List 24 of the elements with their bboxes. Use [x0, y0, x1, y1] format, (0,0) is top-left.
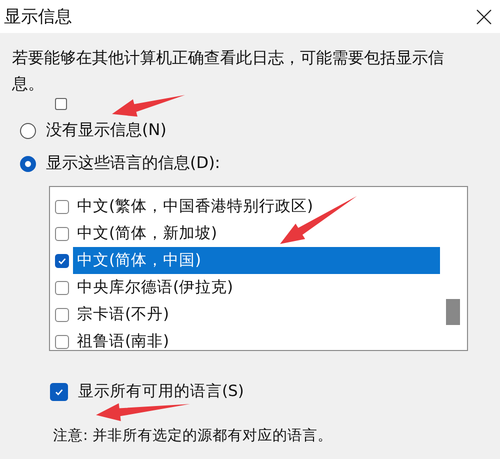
check-icon [57, 256, 67, 266]
list-item[interactable]: 中央库尔德语(伊拉克) [73, 274, 440, 301]
radio-option[interactable]: 没有显示信息(N) [20, 120, 500, 141]
checkbox[interactable] [55, 226, 69, 240]
window-title: 显示信息 [4, 6, 72, 28]
checkbox[interactable] [55, 308, 69, 322]
check-icon [54, 386, 64, 396]
square-icon [55, 98, 67, 110]
note-text: 注意: 并非所有选定的源都有对应的语言。 [53, 426, 332, 445]
list-item[interactable]: 中文(简体，中国) [73, 247, 440, 274]
checkbox[interactable] [55, 334, 69, 348]
intro-text: 若要能够在其他计算机正确查看此日志，可能需要包括显示信息。 [12, 47, 445, 95]
checkbox-label[interactable]: 显示所有可用的语言(S) [78, 381, 244, 402]
checkbox[interactable] [55, 200, 69, 214]
checkbox[interactable] [55, 280, 69, 294]
checkbox[interactable] [50, 382, 68, 400]
list-item[interactable]: 祖鲁语(南非) [73, 328, 440, 355]
list-item[interactable]: 中文(简体，新加坡) [73, 220, 440, 247]
scrollbar-thumb[interactable] [446, 299, 460, 325]
close-icon[interactable] [476, 8, 492, 24]
checkbox[interactable] [55, 254, 69, 268]
radio-option[interactable]: 显示这些语言的信息(D): [20, 153, 500, 174]
list-item[interactable]: 宗卡语(不丹) [73, 301, 440, 328]
list-item[interactable]: 中文(繁体，中国香港特别行政区) [73, 193, 440, 220]
